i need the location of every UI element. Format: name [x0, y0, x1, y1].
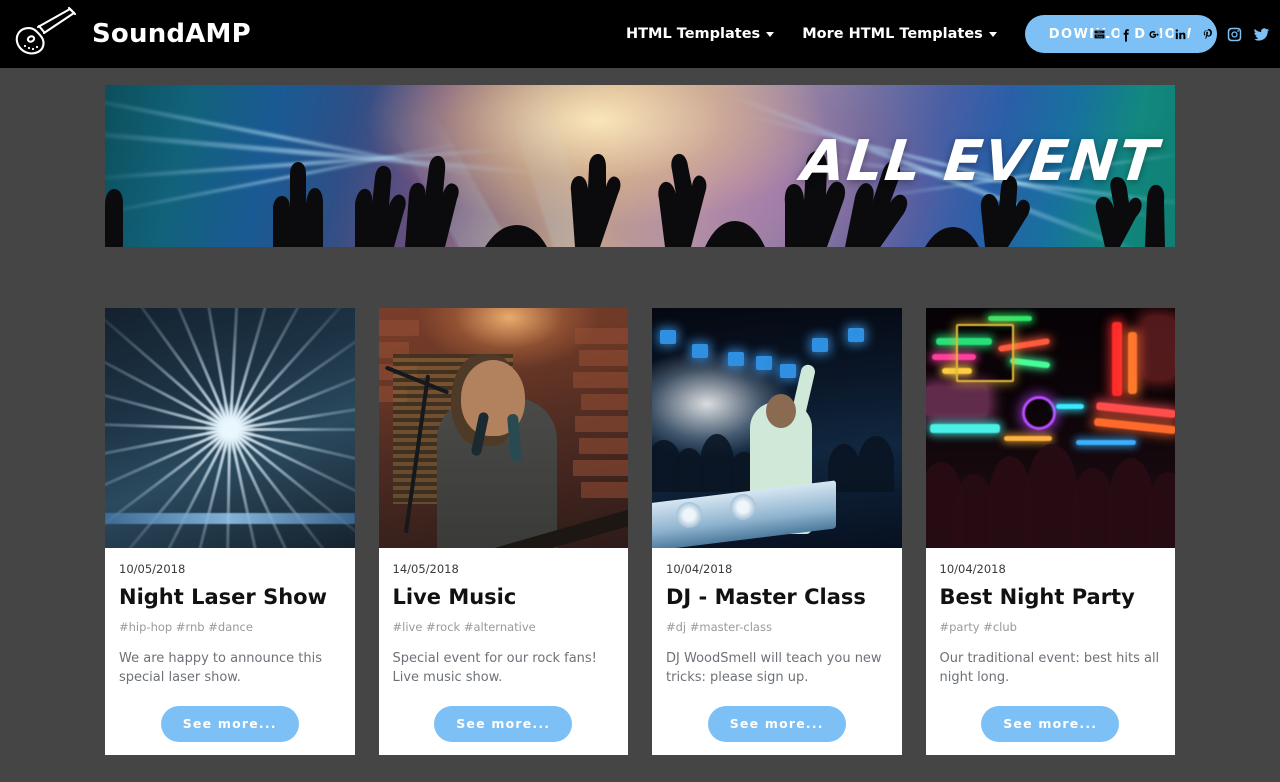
instagram-icon[interactable] [1226, 26, 1243, 43]
card-tags: #party #club [939, 620, 1017, 635]
card-footer: See more... [926, 688, 1176, 755]
card-date: 10/04/2018 [939, 562, 1006, 576]
card-body: 10/04/2018 Best Night Party #party #club… [926, 548, 1176, 688]
nav-item-more-html-templates[interactable]: More HTML Templates [802, 26, 997, 42]
laser-show-photo [105, 308, 355, 548]
card-footer: See more... [105, 688, 355, 755]
chevron-down-icon [988, 31, 997, 37]
card-body: 14/05/2018 Live Music #live #rock #alter… [379, 548, 629, 688]
card-title: Live Music [392, 585, 517, 609]
dj-crowd-photo [652, 308, 902, 548]
card-footer: See more... [652, 688, 902, 755]
nav-item-html-templates-label: HTML Templates [626, 26, 761, 42]
svg-text:You: You [1097, 30, 1102, 34]
card-title: Night Laser Show [119, 585, 327, 609]
neon-street-photo [925, 308, 1175, 548]
facebook-icon[interactable] [1118, 26, 1135, 43]
twitter-icon[interactable] [1253, 26, 1270, 43]
see-more-button[interactable]: See more... [707, 705, 846, 742]
card-title: Best Night Party [939, 585, 1135, 609]
card-description: DJ WoodSmell will teach you new tricks: … [666, 651, 882, 686]
nav-item-more-html-templates-label: More HTML Templates [802, 26, 983, 42]
card-tags: #dj #master-class [666, 620, 772, 635]
card-description: Special event for our rock fans! Live mu… [392, 651, 597, 686]
card-tags: #live #rock #alternative [392, 620, 536, 635]
guitar-icon [15, 6, 77, 55]
see-more-button[interactable]: See more... [981, 705, 1120, 742]
card-date: 10/05/2018 [119, 562, 186, 576]
hero-banner: ALL EVENT [105, 85, 1175, 247]
card-description: We are happy to announce this special la… [119, 651, 322, 686]
see-more-button[interactable]: See more... [160, 705, 299, 742]
brand-name: SoundAMP [92, 19, 251, 49]
live-music-photo [378, 308, 628, 548]
card-tags: #hip-hop #rnb #dance [119, 620, 253, 635]
event-card[interactable]: 10/04/2018 Best Night Party #party #club… [925, 308, 1176, 755]
googleplus-icon[interactable] [1145, 26, 1162, 43]
youtube-icon[interactable]: You Tube [1091, 26, 1108, 43]
card-description: Our traditional event: best hits all nig… [939, 651, 1160, 686]
card-date: 14/05/2018 [392, 562, 459, 576]
card-body: 10/05/2018 Night Laser Show #hip-hop #rn… [105, 548, 355, 688]
hero-title: ALL EVENT [798, 129, 1163, 194]
see-more-button[interactable]: See more... [434, 705, 573, 742]
card-title: DJ - Master Class [666, 585, 866, 609]
site-header: SoundAMP HTML Templates More HTML Templa… [0, 0, 1280, 68]
card-footer: See more... [379, 688, 629, 755]
svg-text:Tube: Tube [1095, 34, 1103, 38]
event-card[interactable]: 10/05/2018 Night Laser Show #hip-hop #rn… [105, 308, 355, 755]
brand-logo-link[interactable]: SoundAMP [8, 4, 251, 64]
event-cards-row: 10/05/2018 Night Laser Show #hip-hop #rn… [105, 308, 1175, 755]
card-body: 10/04/2018 DJ - Master Class #dj #master… [652, 548, 902, 688]
nav-item-html-templates[interactable]: HTML Templates [626, 26, 775, 42]
event-card[interactable]: 10/04/2018 DJ - Master Class #dj #master… [652, 308, 902, 755]
card-date: 10/04/2018 [666, 562, 733, 576]
event-card[interactable]: 14/05/2018 Live Music #live #rock #alter… [378, 308, 629, 755]
chevron-down-icon [766, 31, 775, 37]
pinterest-icon[interactable] [1199, 26, 1216, 43]
social-links: You Tube [1091, 0, 1270, 68]
linkedin-icon[interactable] [1172, 26, 1189, 43]
